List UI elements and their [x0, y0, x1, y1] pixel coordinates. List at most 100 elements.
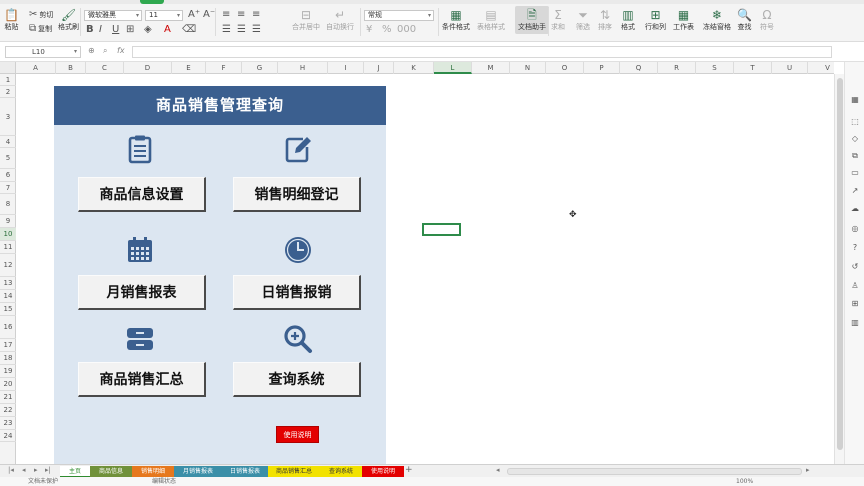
row-header-cell[interactable]: 20	[0, 378, 16, 391]
column-header-cell[interactable]: S	[696, 62, 734, 74]
vertical-scroll-thumb[interactable]	[837, 78, 843, 450]
add-sheet-icon[interactable]: +	[405, 465, 413, 475]
freeze-panes-button[interactable]: ❄ 冻结窗格	[703, 8, 731, 32]
font-size-select[interactable]: 11	[145, 10, 183, 21]
history-icon[interactable]: ↺	[850, 262, 860, 272]
apps-icon[interactable]: ⊞	[850, 299, 860, 309]
sum-button[interactable]: Σ 求和	[551, 8, 565, 32]
user-icon[interactable]: ♙	[850, 281, 860, 291]
font-color-button[interactable]: A	[164, 24, 171, 35]
vertical-scrollbar[interactable]	[834, 74, 844, 464]
select-icon[interactable]: ⬚	[850, 117, 860, 127]
zoom-cell-icon[interactable]: ⊕	[88, 46, 95, 55]
row-header-cell[interactable]: 15	[0, 303, 16, 316]
last-sheet-arrow-icon[interactable]: ▸|	[45, 466, 51, 474]
column-header-cell[interactable]: K	[394, 62, 434, 74]
format-button[interactable]: ▥ 格式	[621, 8, 635, 32]
sort-button[interactable]: ⇅ 排序	[598, 8, 612, 32]
align-right-button[interactable]: ☰	[252, 24, 261, 35]
column-header-cell[interactable]: B	[56, 62, 86, 74]
column-header-cell[interactable]: H	[278, 62, 328, 74]
query-system-button[interactable]: 查询系统	[233, 362, 361, 397]
column-header-cell[interactable]: E	[172, 62, 206, 74]
shape-icon[interactable]: ◇	[850, 134, 860, 144]
column-header-cell[interactable]: N	[510, 62, 546, 74]
row-header-cell[interactable]: 2	[0, 86, 16, 98]
italic-button[interactable]: I	[99, 24, 102, 35]
symbol-button[interactable]: Ω 符号	[760, 8, 774, 32]
row-header-cell[interactable]: 12	[0, 254, 16, 277]
archive-icon[interactable]: ▭	[850, 168, 860, 178]
sheet-tab[interactable]: 日销售报表	[222, 466, 268, 477]
product-sales-summary-button[interactable]: 商品销售汇总	[78, 362, 206, 397]
clear-button[interactable]: ⌫	[182, 24, 196, 35]
doc-helper-button[interactable]: 🗎 文档助手	[515, 6, 549, 34]
row-header-cell[interactable]: 18	[0, 352, 16, 365]
name-box[interactable]: L10	[5, 46, 81, 58]
bold-button[interactable]: B	[86, 24, 94, 35]
sheet-tab[interactable]: 商品销售汇总	[268, 466, 320, 477]
row-header-cell[interactable]: 16	[0, 316, 16, 339]
thousands-button[interactable]: 000	[397, 24, 416, 35]
magnifier-icon[interactable]: ⌕	[103, 46, 107, 56]
filter-button[interactable]: ⏷ 筛选	[576, 8, 590, 32]
sheet-tab[interactable]: 商品信息	[90, 466, 132, 477]
currency-button[interactable]: ¥	[366, 24, 372, 35]
rows-cols-button[interactable]: ⊞ 行和列	[645, 8, 666, 32]
number-format-select[interactable]: 常规	[364, 10, 434, 21]
product-info-settings-button[interactable]: 商品信息设置	[78, 177, 206, 212]
fx-icon[interactable]: fx	[117, 46, 125, 55]
increase-font-button[interactable]: A⁺	[188, 9, 200, 20]
font-name-select[interactable]: 微软雅黑	[84, 10, 142, 21]
row-header-cell[interactable]: 19	[0, 365, 16, 378]
row-header-cell[interactable]: 9	[0, 215, 16, 228]
column-header-cell[interactable]: V	[808, 62, 848, 74]
align-center-button[interactable]: ☰	[237, 24, 246, 35]
row-header-cell[interactable]: 23	[0, 417, 16, 430]
merge-center-button[interactable]: ⊟ 合并居中	[292, 8, 320, 32]
row-header-cell[interactable]: 22	[0, 404, 16, 417]
column-header-cell[interactable]: Q	[620, 62, 658, 74]
share-icon[interactable]: ↗	[850, 186, 860, 196]
column-header-cell[interactable]: L	[434, 62, 472, 74]
cut-button[interactable]: ✂ 剪切	[29, 9, 53, 20]
selected-cell[interactable]	[422, 223, 461, 236]
column-header-cell[interactable]: I	[328, 62, 364, 74]
column-header-cell[interactable]: J	[364, 62, 394, 74]
daily-sales-report-button[interactable]: 日销售报销	[233, 275, 361, 310]
formula-input[interactable]	[132, 46, 832, 58]
copy-button[interactable]: ⧉ 复制	[29, 23, 52, 34]
scroll-left-arrow-icon[interactable]: ◂	[496, 466, 500, 474]
sales-detail-entry-button[interactable]: 销售明细登记	[233, 177, 361, 212]
align-bottom-button[interactable]: ≡	[252, 9, 260, 20]
decrease-font-button[interactable]: A⁻	[203, 9, 215, 20]
column-header-cell[interactable]: P	[584, 62, 620, 74]
row-header-cell[interactable]: 11	[0, 241, 16, 254]
sheet-tab[interactable]: 使用说明	[362, 466, 404, 477]
paste-button[interactable]: 📋 粘贴	[4, 8, 19, 32]
cloud-icon[interactable]: ☁	[850, 204, 860, 214]
column-header-cell[interactable]: A	[16, 62, 56, 74]
align-left-button[interactable]: ☰	[222, 24, 231, 35]
underline-button[interactable]: U	[112, 24, 119, 35]
column-header-cell[interactable]: R	[658, 62, 696, 74]
table-style-button[interactable]: ▤ 表格样式	[477, 8, 505, 32]
column-header-cell[interactable]: F	[206, 62, 242, 74]
sheet-tab[interactable]: 查询系统	[320, 466, 362, 477]
align-middle-button[interactable]: ≡	[237, 9, 245, 20]
row-header-cell[interactable]: 24	[0, 430, 16, 442]
wrap-text-button[interactable]: ↵ 自动换行	[326, 8, 354, 32]
row-header-cell[interactable]: 1	[0, 74, 16, 86]
target-icon[interactable]: ◎	[850, 224, 860, 234]
column-header-cell[interactable]: M	[472, 62, 510, 74]
grid-icon[interactable]: ▦	[850, 95, 860, 105]
horizontal-scrollbar[interactable]	[507, 468, 802, 475]
zoom-level[interactable]: 100%	[736, 477, 753, 486]
row-header-cell[interactable]: 10	[0, 228, 16, 241]
active-ribbon-tab-indicator[interactable]	[140, 0, 164, 4]
conditional-format-button[interactable]: ▦ 条件格式	[442, 8, 470, 32]
scroll-right-arrow-icon[interactable]: ▸	[806, 466, 810, 474]
column-header-cell[interactable]: U	[772, 62, 808, 74]
fill-color-button[interactable]: ◈	[144, 24, 152, 35]
worksheet-button[interactable]: ▦ 工作表	[673, 8, 694, 32]
